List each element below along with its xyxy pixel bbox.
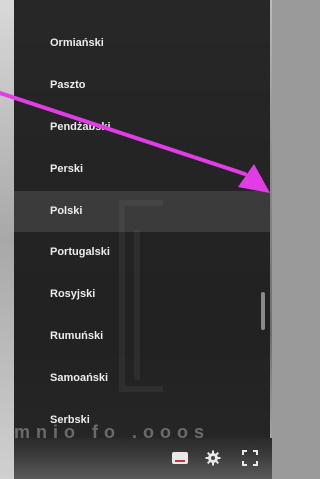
language-option[interactable]: Pendżabski — [14, 107, 270, 149]
video-edge — [0, 0, 14, 479]
language-option[interactable]: Ormiański — [14, 23, 270, 65]
fullscreen-button[interactable] — [240, 448, 260, 468]
player-controls-bar — [14, 438, 272, 479]
language-option[interactable]: Rumuński — [14, 316, 270, 358]
language-option[interactable]: Perski — [14, 149, 270, 191]
language-option[interactable]: Rosyjski — [14, 274, 270, 316]
fullscreen-icon — [242, 450, 258, 466]
menu-scrollbar[interactable] — [261, 292, 265, 330]
subtitles-button[interactable] — [170, 448, 190, 468]
language-option-selected[interactable]: Polski — [14, 190, 270, 233]
language-option[interactable]: Portugalski — [14, 232, 270, 274]
subtitles-icon — [172, 452, 188, 464]
language-list: Ormiański Paszto Pendżabski Perski Polsk… — [14, 23, 270, 438]
settings-button[interactable] — [203, 448, 223, 468]
language-option[interactable]: Samoański — [14, 358, 270, 400]
gear-icon — [205, 450, 221, 466]
video-player: Ormiański Paszto Pendżabski Perski Polsk… — [0, 0, 272, 479]
language-option[interactable]: Paszto — [14, 65, 270, 107]
subtitle-language-menu: Ormiański Paszto Pendżabski Perski Polsk… — [14, 0, 270, 438]
